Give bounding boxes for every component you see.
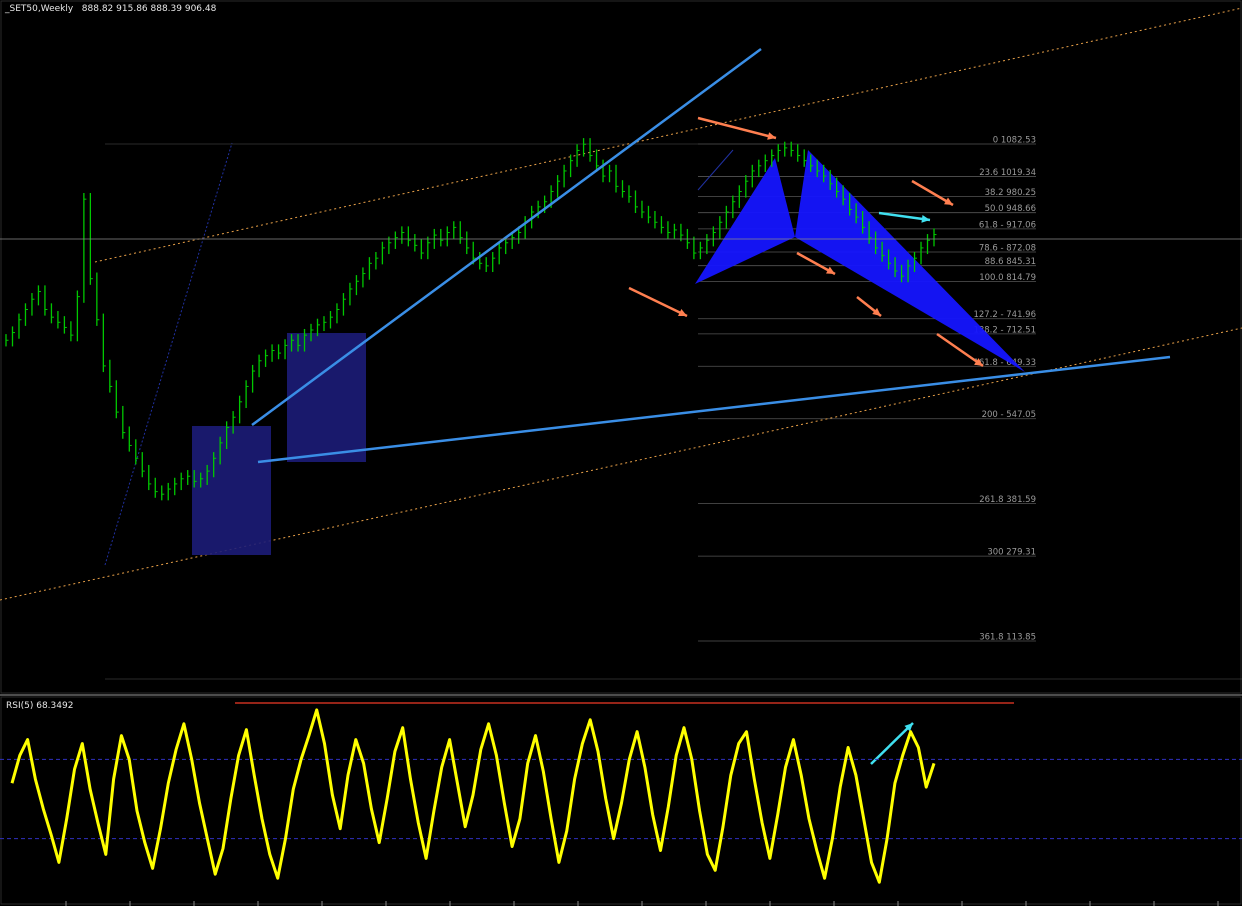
rsi-label: RSI(5) 68.3492 bbox=[6, 701, 74, 711]
fib-label: 78.6 - 872.08 bbox=[979, 243, 1036, 253]
fib-label: 23.6 1019.34 bbox=[979, 168, 1036, 178]
fib-label: 50.0 948.66 bbox=[985, 204, 1036, 214]
accumulation-boxes bbox=[192, 333, 366, 555]
harmonic-pattern bbox=[695, 150, 1025, 372]
accumulation-box bbox=[287, 333, 366, 462]
channel-lower-line bbox=[0, 327, 1242, 601]
price-channel bbox=[0, 7, 1242, 601]
rsi-line bbox=[10, 708, 936, 884]
chart-canvas: 0 1082.53 23.6 1019.34 38.2 980.25 50.0 948… bbox=[0, 0, 1242, 906]
main-panel-frame bbox=[0, 0, 1242, 694]
symbol-timeframe: _SET50,Weekly bbox=[5, 4, 74, 14]
fib-label: 127.2 - 741.96 bbox=[973, 310, 1036, 320]
fib-label: 200 - 547.05 bbox=[982, 410, 1036, 420]
fib-label: 0 1082.53 bbox=[993, 136, 1036, 146]
rsi-series bbox=[0, 702, 1242, 906]
fib-label: 261.8 381.59 bbox=[979, 495, 1036, 505]
orange-arrow bbox=[697, 116, 777, 140]
orange-arrow bbox=[628, 286, 688, 318]
ohlc-values: 888.82 915.86 888.39 906.48 bbox=[81, 4, 217, 14]
fib-label: 100.0 814.79 bbox=[979, 273, 1036, 283]
fib-label: 88.6 845.31 bbox=[985, 257, 1036, 267]
fib-label: 300 279.31 bbox=[987, 548, 1036, 558]
accumulation-box bbox=[192, 426, 271, 555]
fib-label: 61.8 - 917.06 bbox=[979, 220, 1036, 230]
fib-label: 361.8 113.85 bbox=[979, 633, 1036, 643]
fib-label: 38.2 980.25 bbox=[985, 188, 1036, 198]
price-bars bbox=[5, 138, 937, 501]
rising-trendline bbox=[251, 47, 762, 427]
trendlines bbox=[251, 47, 1171, 464]
diagonal-dotted-line bbox=[697, 149, 734, 191]
chart-header: _SET50,Weekly 888.82 915.86 888.39 906.4… bbox=[5, 4, 216, 14]
